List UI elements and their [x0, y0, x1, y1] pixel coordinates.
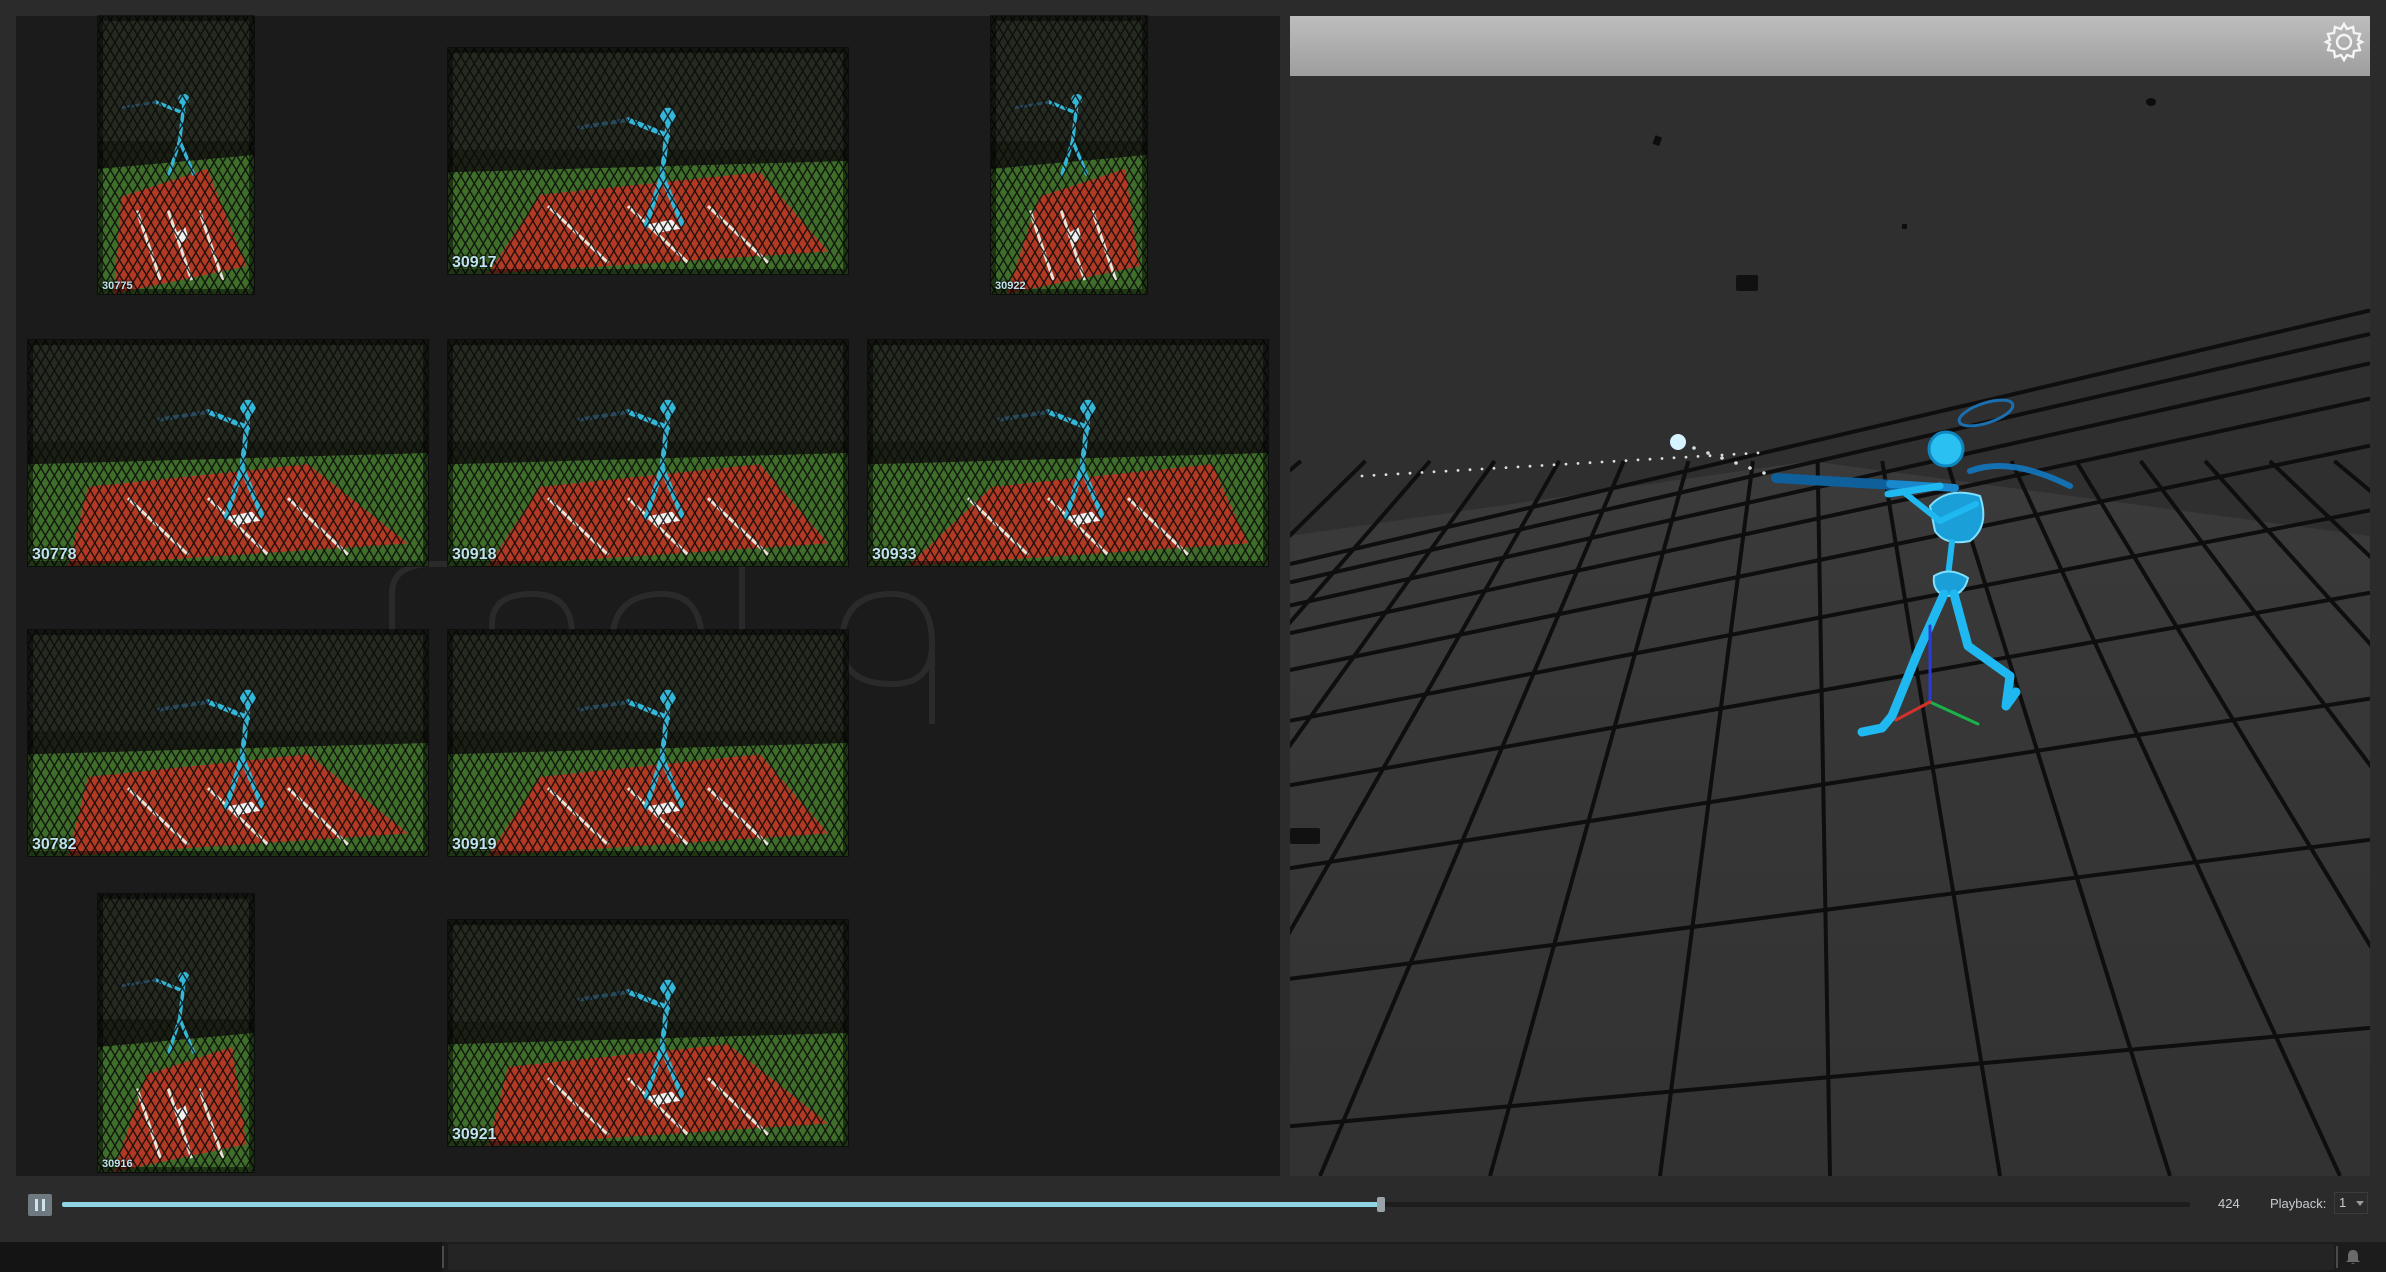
status-bar-left: [0, 1242, 442, 1272]
playback-speed-value: 1: [2339, 1195, 2347, 1210]
camera-view[interactable]: 30775: [98, 16, 254, 294]
camera-id-label: 30782: [32, 836, 77, 853]
marker-dot: [1902, 224, 1907, 229]
status-divider: [2336, 1246, 2338, 1268]
playback-speed-label: Playback:: [2270, 1196, 2327, 1211]
camera-feed-image: [98, 16, 254, 294]
3d-viewport[interactable]: [1290, 16, 2370, 1176]
pause-icon[interactable]: [28, 1194, 52, 1216]
camera-feed-image: [991, 16, 1147, 294]
marker-dot: [2146, 98, 2156, 106]
camera-view[interactable]: 30933: [868, 340, 1268, 566]
camera-id-label: 30919: [452, 836, 497, 853]
camera-feed-image: [28, 630, 428, 856]
camera-view[interactable]: 30916: [98, 894, 254, 1172]
camera-feed-image: [448, 630, 848, 856]
viewport-toolbar: [1290, 16, 2370, 76]
camera-feed-image: [448, 340, 848, 566]
camera-feed-image: [28, 340, 428, 566]
playback-controls: 424 Playback: 1: [16, 1186, 2370, 1224]
playback-speed-select[interactable]: 1: [2334, 1192, 2368, 1214]
camera-id-label: 30916: [102, 1158, 133, 1170]
camera-feed-image: [868, 340, 1268, 566]
camera-grid-panel: 30775 30917 30922 30778 30918 30933 3078…: [16, 16, 1280, 1176]
camera-marker: [1290, 828, 1320, 844]
timeline-scrubber[interactable]: [62, 1197, 2190, 1212]
camera-id-label: 30921: [452, 1126, 497, 1143]
3d-scene[interactable]: [1290, 16, 2370, 1176]
camera-feed-image: [448, 920, 848, 1146]
baseball: [1670, 434, 1686, 450]
camera-marker: [1736, 275, 1758, 291]
camera-id-label: 30922: [995, 280, 1026, 292]
frame-counter: 424: [2218, 1196, 2240, 1211]
status-bar-main: [448, 1244, 2334, 1270]
chevron-down-icon: [2356, 1201, 2364, 1206]
pause-bar: [42, 1199, 45, 1211]
camera-view[interactable]: 30921: [448, 920, 848, 1146]
camera-id-label: 30917: [452, 254, 497, 271]
skull: [1927, 430, 1965, 468]
camera-view[interactable]: 30919: [448, 630, 848, 856]
pause-bar: [35, 1199, 38, 1211]
camera-view[interactable]: 30917: [448, 48, 848, 274]
camera-id-label: 30933: [872, 546, 917, 563]
camera-feed-image: [448, 48, 848, 274]
timeline-handle[interactable]: [1377, 1197, 1386, 1212]
bell-icon[interactable]: [2344, 1248, 2362, 1266]
camera-view[interactable]: 30778: [28, 340, 428, 566]
timeline-progress: [62, 1202, 1382, 1207]
camera-view[interactable]: 30922: [991, 16, 1147, 294]
gear-icon[interactable]: [2322, 20, 2366, 64]
camera-id-label: 30778: [32, 546, 77, 563]
camera-id-label: 30775: [102, 280, 133, 292]
camera-view[interactable]: 30782: [28, 630, 428, 856]
status-divider: [442, 1246, 444, 1268]
camera-view[interactable]: 30918: [448, 340, 848, 566]
camera-id-label: 30918: [452, 546, 497, 563]
status-bar: [0, 1242, 2386, 1272]
camera-feed-image: [98, 894, 254, 1172]
